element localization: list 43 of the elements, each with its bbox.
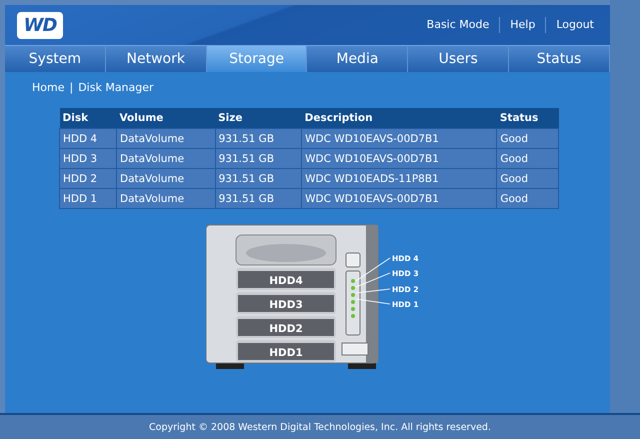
table-cell: Good	[496, 168, 558, 188]
table-cell: 931.51 GB	[215, 168, 302, 188]
table-cell: HDD 2	[60, 168, 116, 188]
breadcrumb-link[interactable]: Home	[32, 81, 64, 94]
table-cell: HDD 4	[60, 128, 116, 148]
nav-tab[interactable]: Status	[509, 45, 610, 72]
breadcrumb-link[interactable]: Disk Manager	[78, 81, 154, 94]
nav-tab[interactable]: Network	[106, 45, 207, 72]
bay-label: HDD4	[269, 275, 303, 287]
table-cell: WDC WD10EAVS-00D7B1	[302, 188, 497, 208]
bay-label: HDD3	[269, 299, 303, 311]
nav-tab[interactable]: System	[5, 45, 106, 72]
nav-tab[interactable]: Users	[408, 45, 510, 72]
table-cell: WDC WD10EAVS-00D7B1	[302, 128, 497, 148]
table-cell: Good	[496, 148, 558, 168]
table-cell: WDC WD10EAVS-00D7B1	[302, 148, 497, 168]
bay-label: HDD1	[269, 347, 303, 359]
column-header: Description	[302, 108, 497, 128]
nav-tab[interactable]: Media	[307, 45, 408, 72]
table-cell: HDD 3	[60, 148, 116, 168]
table-cell: WDC WD10EADS-11P8B1	[302, 168, 497, 188]
copyright-text: Copyright © 2008 Western Digital Technologies, Inc. All rights reserved.	[0, 413, 640, 439]
header-link[interactable]: Basic Mode	[416, 17, 500, 33]
logo: WD	[17, 12, 63, 38]
nav-tab[interactable]: Storage	[206, 45, 308, 72]
table-cell: Good	[496, 188, 558, 208]
table-cell: Good	[496, 128, 558, 148]
table-cell: DataVolume	[116, 188, 216, 208]
table-cell: DataVolume	[116, 148, 216, 168]
table-cell: HDD 1	[60, 188, 116, 208]
bay-label: HDD2	[269, 323, 303, 335]
table-cell: 931.51 GB	[215, 188, 302, 208]
table-cell: 931.51 GB	[215, 148, 302, 168]
column-header: Disk	[60, 108, 116, 128]
breadcrumb-separator: |	[69, 81, 74, 94]
table-cell: DataVolume	[116, 168, 216, 188]
table-cell: DataVolume	[116, 128, 216, 148]
column-header: Size	[215, 108, 302, 128]
column-header: Status	[496, 108, 558, 128]
column-header: Volume	[116, 108, 216, 128]
table-cell: 931.51 GB	[215, 128, 302, 148]
header-link[interactable]: Help	[499, 17, 546, 33]
header-link[interactable]: Logout	[545, 17, 604, 33]
